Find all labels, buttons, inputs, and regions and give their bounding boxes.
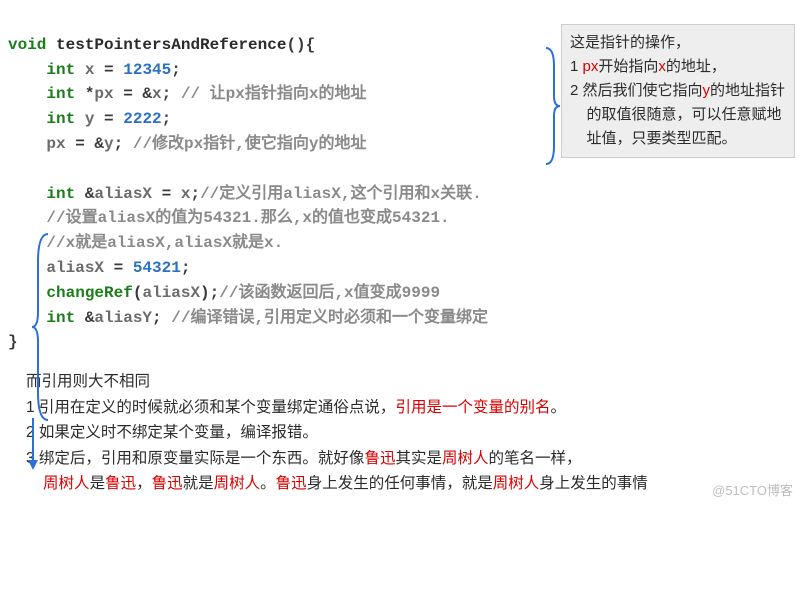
explain-item: 2 如果定义时不绑定某个变量，编译报错。 [26, 420, 797, 446]
fn-name: testPointersAndReference [56, 36, 286, 54]
comment: //修改px指针,使它指向y的地址 [123, 135, 366, 153]
num-12345: 12345 [123, 61, 171, 79]
note-line: 这是指针的操作， [570, 31, 786, 55]
comment: //x就是aliasX,aliasX就是x. [46, 234, 283, 252]
hl-luxun: 鲁迅 [364, 450, 395, 467]
note-line: 2 然后我们使它指向y的地址指针的取值很随意，可以任意赋地址值，只要类型匹配。 [570, 79, 786, 151]
comment: //定义引用aliasX,这个引用和x关联. [200, 185, 482, 203]
var-px: px [94, 85, 113, 103]
kw-void: void [8, 36, 46, 54]
var-x: x [85, 61, 95, 79]
comment: //该函数返回后,x值变成9999 [219, 284, 440, 302]
num-2222: 2222 [123, 110, 161, 128]
kw-int: int [46, 61, 75, 79]
hl-zhoushuren: 周树人 [442, 450, 489, 467]
explain-item: 周树人是鲁迅，鲁迅就是周树人。鲁迅身上发生的任何事情，就是周树人身上发生的事情 [26, 471, 797, 497]
var-aliasY: aliasY [94, 309, 152, 327]
comment: //设置aliasX的值为54321.那么,x的值也变成54321. [46, 209, 449, 227]
fn-changeRef: changeRef [46, 284, 132, 302]
hl-px: px [583, 58, 599, 75]
reference-explanation: 而引用则大不相同 1 引用在定义的时候就必须和某个变量绑定通俗点说，引用是一个变… [8, 369, 797, 497]
note-line: 1 px开始指向x的地址， [570, 55, 786, 79]
hl-alias: 引用是一个变量的别名 [395, 399, 550, 416]
var-y: y [85, 110, 95, 128]
num-54321: 54321 [133, 259, 181, 277]
comment: // 让px指针指向x的地址 [171, 85, 366, 103]
explain-item: 3 绑定后，引用和原变量实际是一个东西。就好像鲁迅其实是周树人的笔名一样， [26, 446, 797, 472]
explain-item: 1 引用在定义的时候就必须和某个变量绑定通俗点说，引用是一个变量的别名。 [26, 395, 797, 421]
var-aliasX: aliasX [94, 185, 152, 203]
hl-x: x [658, 58, 666, 75]
watermark-text: @51CTO博客 [712, 480, 793, 499]
close-brace: } [8, 333, 18, 351]
pointer-note-box: 这是指针的操作， 1 px开始指向x的地址， 2 然后我们使它指向y的地址指针的… [561, 24, 795, 158]
explain-heading: 而引用则大不相同 [26, 369, 797, 395]
hl-y: y [703, 82, 711, 99]
fn-parens: (){ [286, 36, 315, 54]
comment: //编译错误,引用定义时必须和一个变量绑定 [162, 309, 488, 327]
